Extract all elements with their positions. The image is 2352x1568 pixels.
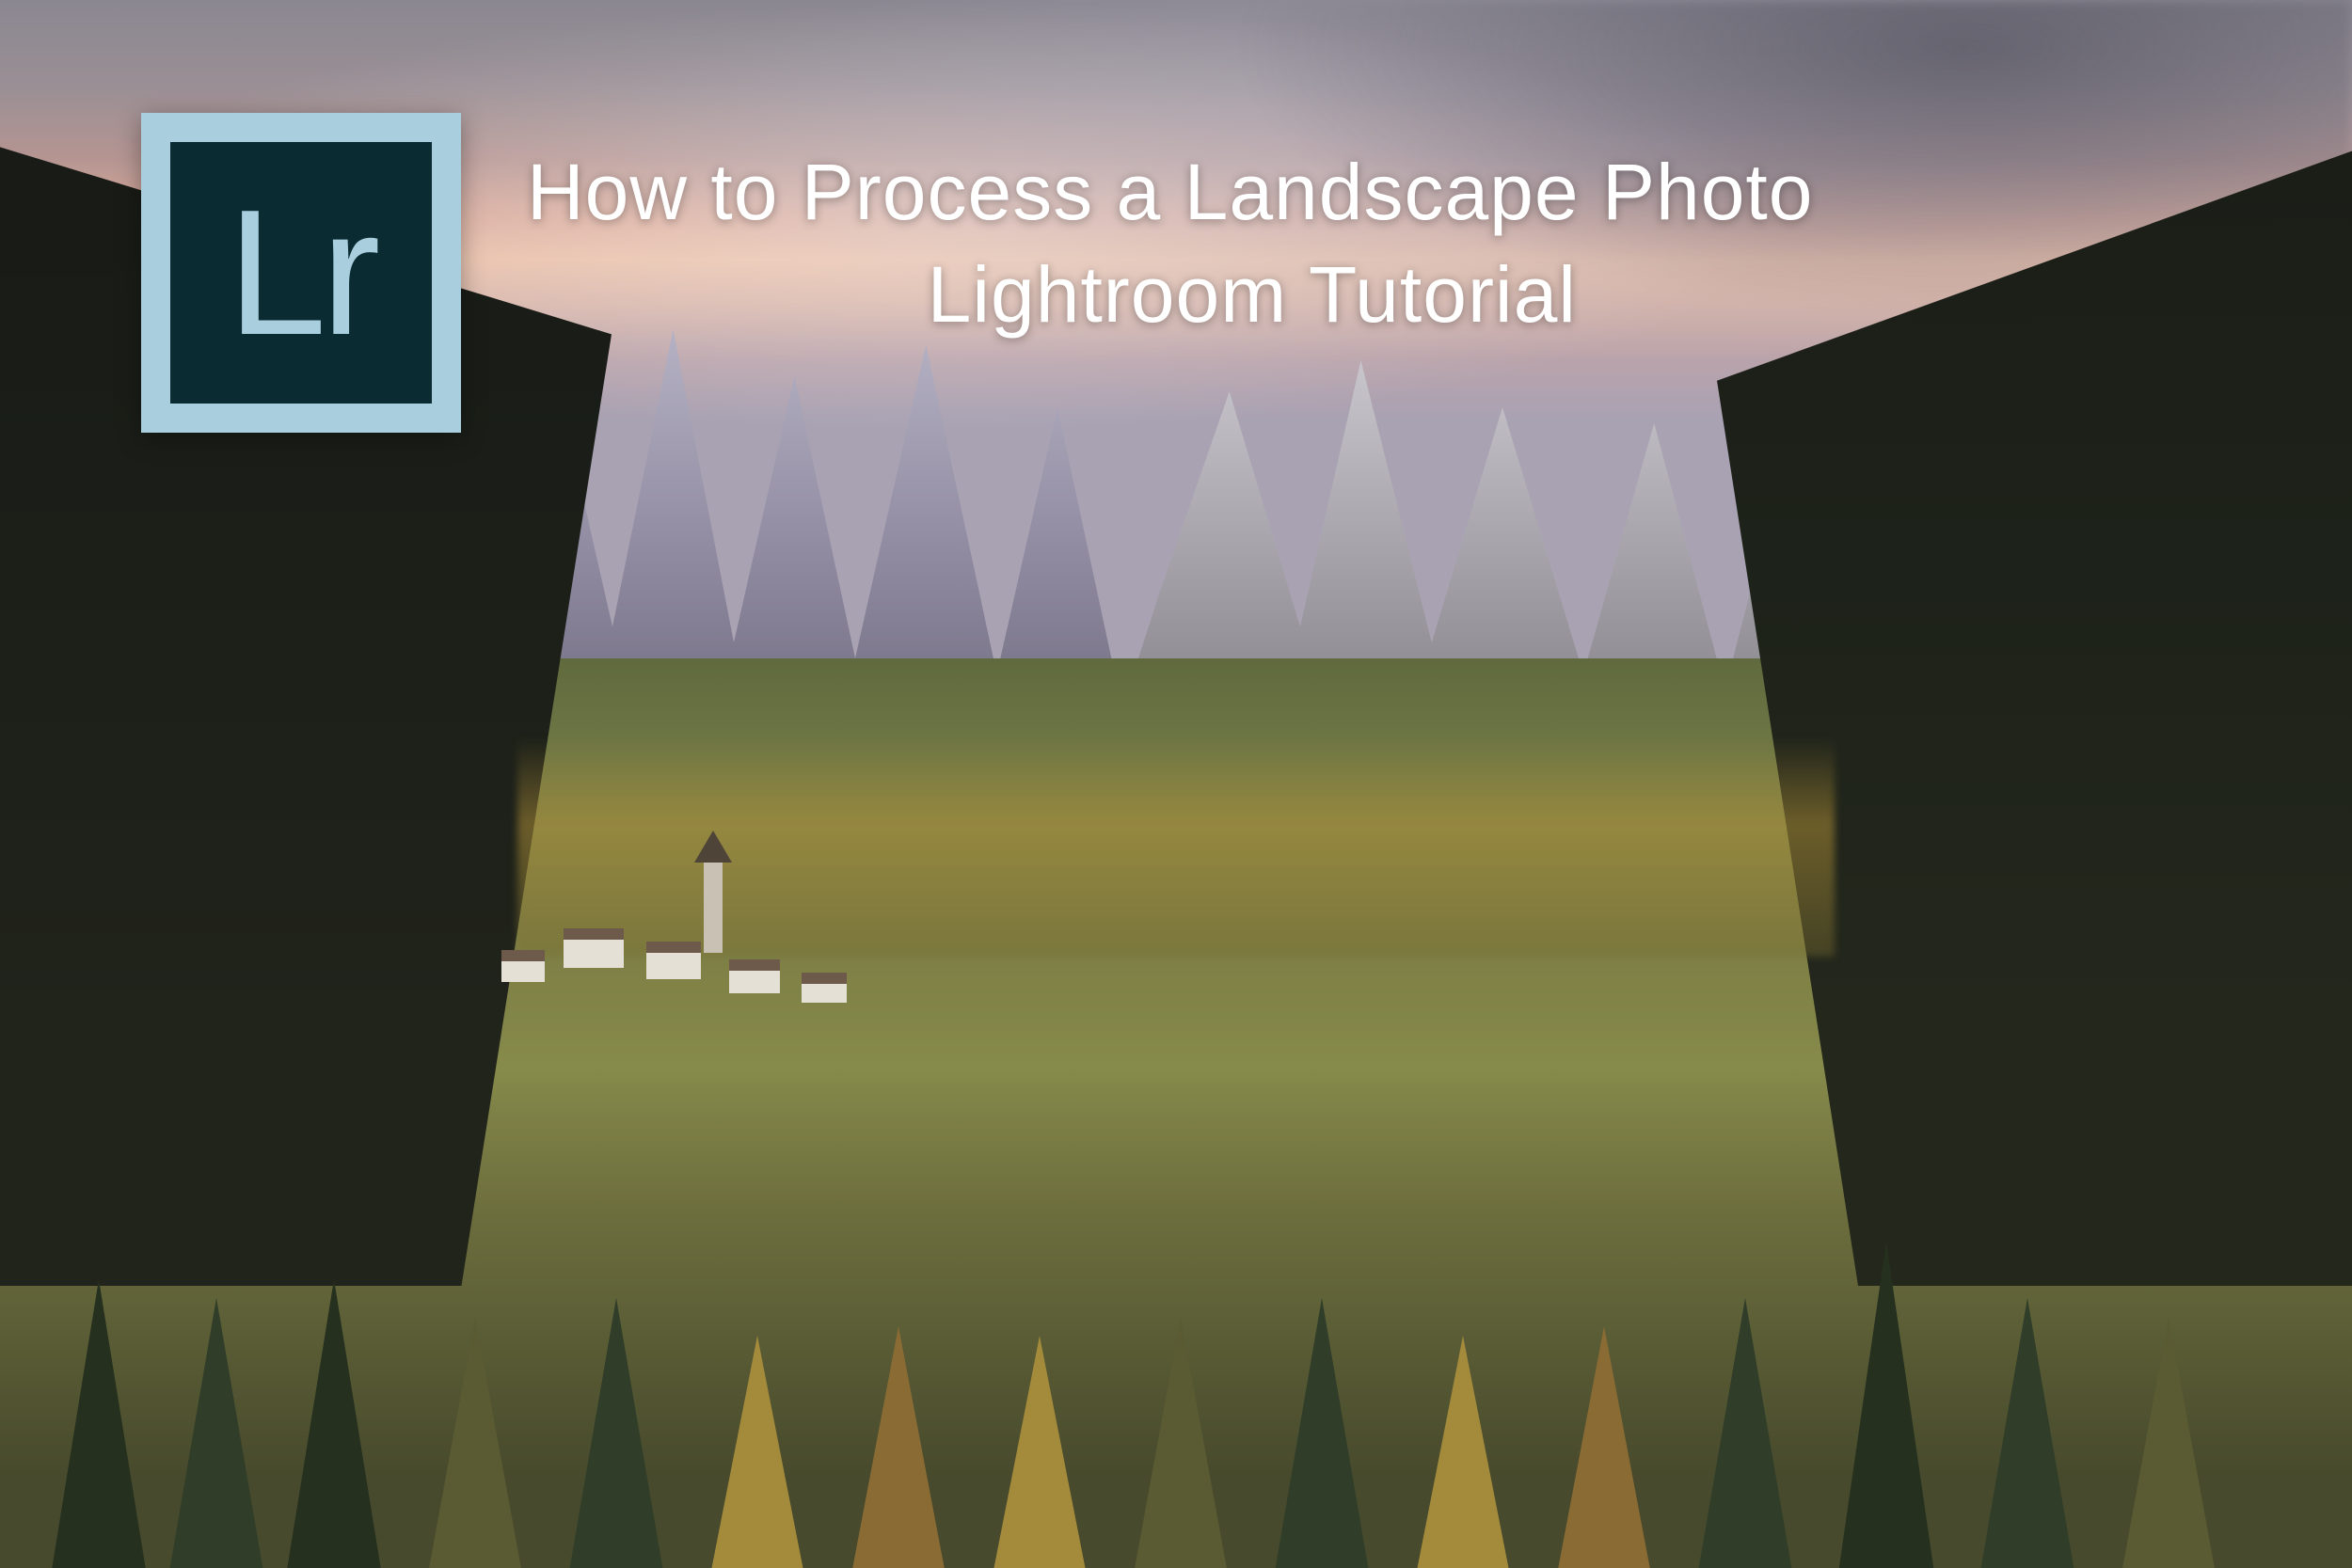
- conifer-tree: [1270, 1298, 1374, 1568]
- conifer-tree: [2117, 1317, 2220, 1568]
- conifer-tree: [1835, 1242, 1938, 1568]
- conifer-tree: [1976, 1298, 2079, 1568]
- church-steeple: [704, 863, 723, 953]
- conifer-tree: [282, 1279, 386, 1568]
- title-line-1: How to Process a Landscape Photo: [527, 141, 2296, 244]
- foreground-forest: [0, 973, 2352, 1568]
- larch-tree: [1552, 1326, 1656, 1568]
- lightroom-abbrev: Lr: [228, 183, 375, 362]
- house: [564, 928, 624, 968]
- larch-tree: [847, 1326, 950, 1568]
- conifer-tree: [1129, 1317, 1232, 1568]
- lightroom-logo: Lr: [141, 113, 461, 433]
- conifer-tree: [423, 1317, 527, 1568]
- conifer-tree: [165, 1298, 268, 1568]
- tutorial-cover-image: Lr How to Process a Landscape Photo Ligh…: [0, 0, 2352, 1568]
- conifer-tree: [564, 1298, 668, 1568]
- title-line-2: Lightroom Tutorial: [527, 244, 2296, 346]
- larch-tree: [706, 1336, 809, 1568]
- larch-tree: [1411, 1336, 1515, 1568]
- lightroom-logo-inner: Lr: [170, 142, 433, 404]
- larch-tree: [988, 1336, 1091, 1568]
- cover-title: How to Process a Landscape Photo Lightro…: [527, 141, 2296, 346]
- conifer-tree: [1693, 1298, 1797, 1568]
- conifer-tree: [47, 1279, 151, 1568]
